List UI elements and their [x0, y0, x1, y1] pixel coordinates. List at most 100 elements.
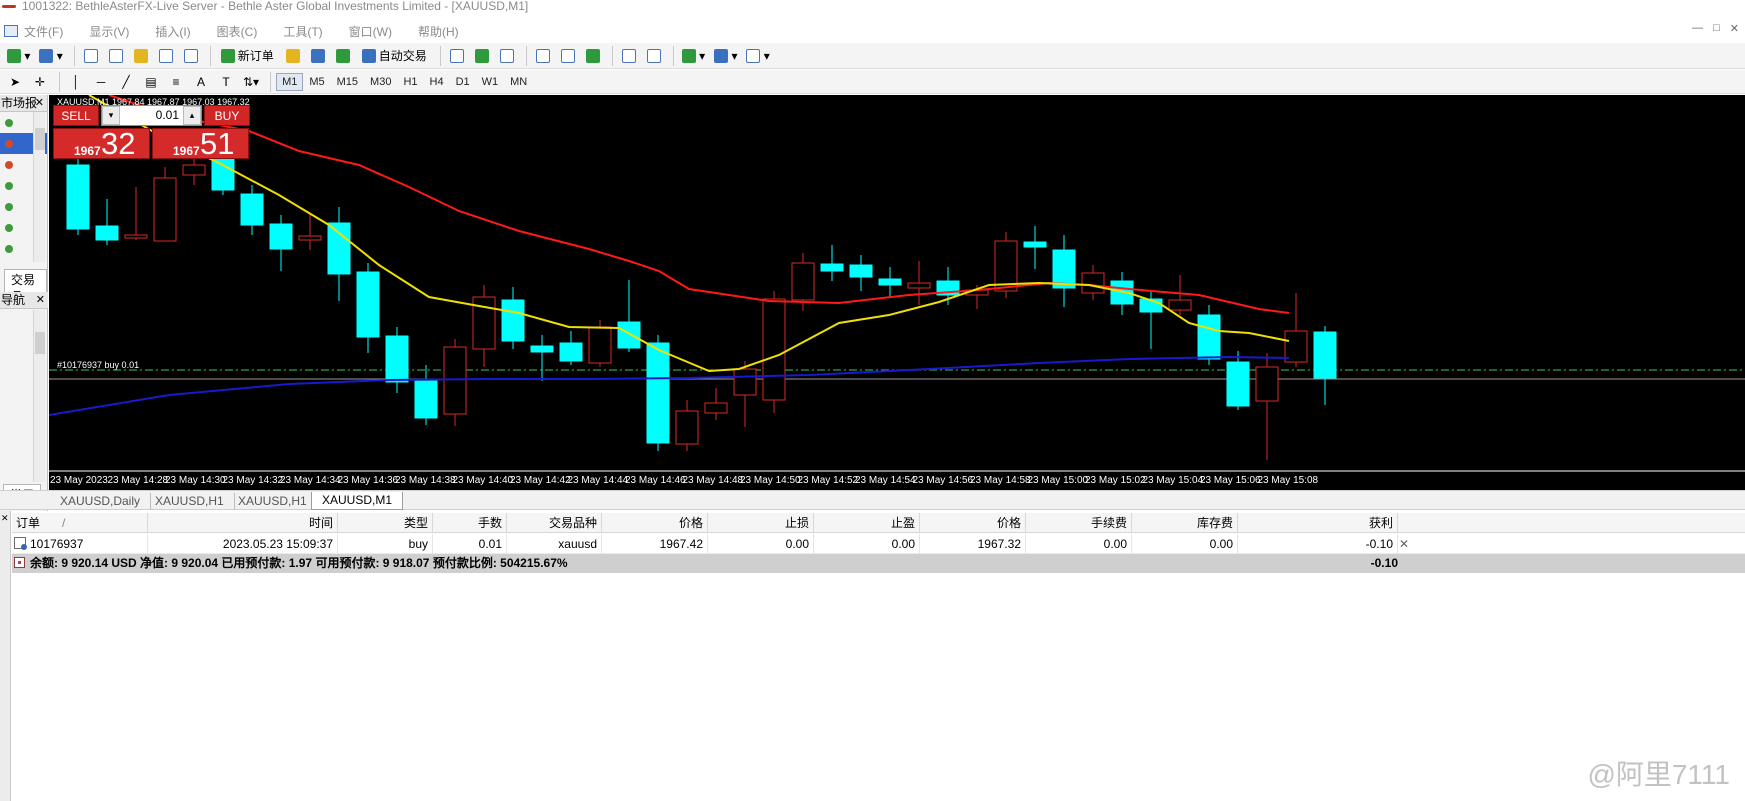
fibonacci-button[interactable]: ≡	[165, 71, 187, 93]
line-chart-button[interactable]	[496, 45, 518, 67]
timeframe-m5[interactable]: M5	[303, 73, 330, 91]
minimize-button[interactable]: —	[1692, 22, 1703, 35]
metaeditor-button[interactable]	[282, 45, 304, 67]
tester-button[interactable]	[180, 45, 202, 67]
candle-body	[1197, 314, 1221, 360]
price-chart[interactable]: XAUUSD,M1 1967.84 1967.87 1967.03 1967.3…	[49, 95, 1745, 490]
bid-price-prefix: 1967	[74, 144, 101, 158]
menu-help[interactable]: 帮助(H)	[418, 23, 459, 40]
label-button[interactable]: T	[215, 71, 237, 93]
total-profit: -0.10	[1370, 556, 1398, 570]
col-profit[interactable]: 获利	[1238, 513, 1398, 533]
col-swap[interactable]: 库存费	[1132, 513, 1238, 533]
channel-button[interactable]: ▤	[140, 71, 162, 93]
new-chart-button[interactable]: ▾	[4, 45, 33, 67]
cell-profit: -0.10	[1238, 534, 1398, 554]
templates-button[interactable]: ▾	[743, 45, 772, 67]
candle-body	[820, 263, 844, 272]
menu-charts[interactable]: 图表(C)	[217, 23, 258, 40]
menu-window[interactable]: 窗口(W)	[349, 23, 392, 40]
signals-icon	[310, 48, 325, 63]
col-volume[interactable]: 手数	[433, 513, 507, 533]
profiles-icon	[39, 48, 54, 63]
restore-button[interactable]: □	[1713, 22, 1720, 35]
periods-button[interactable]: ▾	[711, 45, 740, 67]
time-axis-label: 23 May 15:00	[1027, 475, 1089, 486]
timeframe-d1[interactable]: D1	[450, 73, 476, 91]
navigator-icon	[133, 48, 148, 63]
vertical-line-button[interactable]: │	[65, 71, 87, 93]
table-row[interactable]: 10176937 2023.05.23 15:09:37 buy 0.01 xa…	[12, 534, 1745, 554]
candlestick-button[interactable]	[471, 45, 493, 67]
tab-xauusd-h1[interactable]: XAUUSD,H1	[145, 493, 235, 510]
auto-scroll-button[interactable]	[618, 45, 640, 67]
navigator-button[interactable]	[130, 45, 152, 67]
ask-price-button[interactable]: 1967 51	[152, 126, 249, 161]
tab-xauusd-daily[interactable]: XAUUSD,Daily	[50, 493, 152, 510]
bar-chart-button[interactable]	[446, 45, 468, 67]
menu-tools[interactable]: 工具(T)	[283, 23, 322, 40]
zoom-out-button[interactable]	[557, 45, 579, 67]
col-take-profit[interactable]: 止盈	[814, 513, 920, 533]
horizontal-line-button[interactable]: ─	[90, 71, 112, 93]
crosshair-button[interactable]: ✛	[29, 71, 51, 93]
tab-xauusd-h1-2[interactable]: XAUUSD,H1	[228, 493, 318, 510]
timeframe-m15[interactable]: M15	[331, 73, 364, 91]
col-time[interactable]: 时间	[148, 513, 338, 533]
col-order[interactable]: 订单 /	[12, 513, 148, 533]
timeframe-m1[interactable]: M1	[276, 72, 304, 91]
timeframe-mn[interactable]: MN	[504, 73, 533, 91]
timeframe-h1[interactable]: H1	[397, 73, 423, 91]
indicators-button[interactable]: ▾	[679, 45, 708, 67]
new-order-button[interactable]: 新订单	[216, 45, 279, 67]
candle-body	[66, 164, 90, 230]
timeframe-m30[interactable]: M30	[364, 73, 397, 91]
candle-body	[791, 262, 815, 301]
timeframe-h4[interactable]: H4	[424, 73, 450, 91]
col-symbol[interactable]: 交易品种	[507, 513, 602, 533]
trendline-button[interactable]: ╱	[115, 71, 137, 93]
data-window-button[interactable]	[105, 45, 127, 67]
col-stop-loss[interactable]: 止损	[708, 513, 814, 533]
navigator-scrollbar[interactable]	[33, 310, 45, 482]
buy-button[interactable]: BUY	[204, 105, 250, 126]
col-commission[interactable]: 手续费	[1026, 513, 1132, 533]
terminal-button[interactable]	[155, 45, 177, 67]
zoom-in-button[interactable]	[532, 45, 554, 67]
text-button[interactable]: A	[190, 71, 212, 93]
market-watch-scrollbar[interactable]	[33, 112, 45, 262]
menu-view[interactable]: 显示(V)	[89, 23, 129, 40]
close-icon[interactable]: ✕	[35, 95, 44, 111]
close-icon[interactable]: ✕	[36, 292, 45, 308]
chart-shift-button[interactable]	[643, 45, 665, 67]
candle-body	[298, 235, 322, 241]
sell-button[interactable]: SELL	[53, 105, 99, 126]
arrows-button[interactable]: ⇅▾	[240, 71, 262, 93]
market-watch-button[interactable]	[80, 45, 102, 67]
col-open-price[interactable]: 价格	[602, 513, 708, 533]
up-arrow-icon	[5, 202, 13, 211]
timeframe-w1[interactable]: W1	[476, 73, 505, 91]
account-summary-row: 余额: 9 920.14 USD 净值: 9 920.04 已用预付款: 1.9…	[12, 554, 1745, 573]
profiles-button[interactable]: ▾	[36, 45, 65, 67]
candle-body	[414, 380, 438, 419]
close-icon[interactable]: ✕	[1, 513, 9, 524]
market-button[interactable]	[332, 45, 354, 67]
menu-insert[interactable]: 插入(I)	[155, 23, 190, 40]
lot-increase-icon[interactable]: ▴	[183, 106, 201, 125]
auto-trading-button[interactable]: 自动交易	[357, 45, 432, 67]
col-type[interactable]: 类型	[338, 513, 433, 533]
col-current-price[interactable]: 价格	[920, 513, 1026, 533]
tile-windows-icon	[585, 48, 600, 63]
menu-file[interactable]: 文件(F)	[24, 23, 63, 40]
bid-price-button[interactable]: 1967 32	[53, 126, 150, 161]
tab-xauusd-m1[interactable]: XAUUSD,M1	[311, 492, 404, 510]
close-button[interactable]: ✕	[1730, 22, 1739, 35]
tile-windows-button[interactable]	[582, 45, 604, 67]
cursor-button[interactable]: ➤	[4, 71, 26, 93]
lot-decrease-icon[interactable]: ▾	[102, 106, 120, 125]
signals-button[interactable]	[307, 45, 329, 67]
time-axis-label: 23 May 15:08	[1257, 475, 1319, 486]
lot-size-input[interactable]	[122, 106, 181, 125]
close-order-icon[interactable]: ✕	[1399, 534, 1409, 554]
